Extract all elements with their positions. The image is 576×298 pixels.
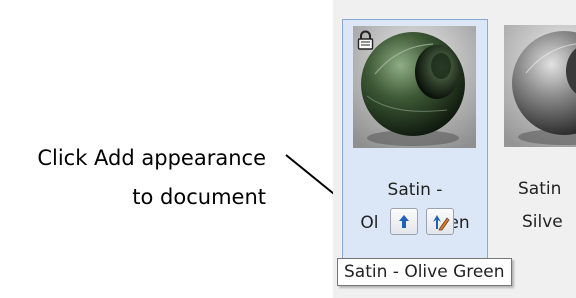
material-swatch-olive-green [353, 26, 476, 148]
appearance-tile-satin-silver[interactable]: Satin Silve [494, 19, 576, 282]
material-swatch-silver [504, 25, 576, 147]
add-to-document-button[interactable] [390, 208, 418, 235]
appearance-name-line2-start: Ol [360, 213, 379, 233]
appearance-tile-satin-olive-green[interactable]: Satin - Ol en [342, 19, 488, 282]
appearance-name-line1: Satin [518, 179, 562, 199]
callout-text-line1: Click Add appearance [37, 146, 266, 170]
edit-appearance-icon [433, 215, 450, 231]
add-to-document-icon [399, 215, 409, 228]
appearance-name-line2: Silve [522, 212, 563, 232]
lock-icon [357, 30, 374, 50]
appearance-name-line1: Satin - [387, 180, 443, 200]
callout-text-line2: to document [132, 185, 266, 209]
edit-appearance-button[interactable] [426, 208, 454, 235]
appearance-browser-panel: Satin - Ol en Satin Silve [333, 0, 576, 298]
appearance-tooltip: Satin - Olive Green [337, 258, 512, 286]
